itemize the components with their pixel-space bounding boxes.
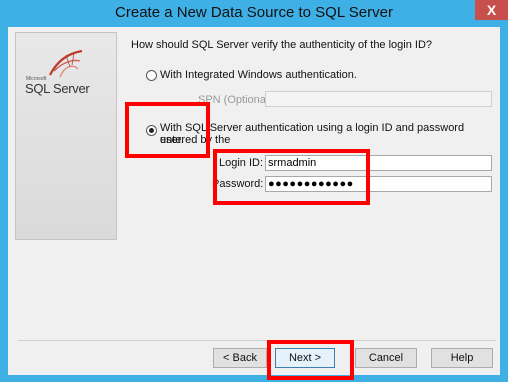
windows-auth-radio[interactable] — [146, 70, 157, 81]
highlight-next-button — [267, 340, 354, 380]
spn-input[interactable] — [265, 91, 492, 107]
sql-auth-label-line1[interactable]: With SQL Server authentication using a l… — [160, 122, 500, 146]
footer-separator — [18, 340, 496, 341]
window-title: Create a New Data Source to SQL Server — [115, 4, 393, 21]
sql-server-logo-icon — [49, 49, 83, 78]
close-icon: X — [486, 2, 497, 18]
highlight-credentials — [213, 149, 370, 205]
windows-auth-label[interactable]: With Integrated Windows authentication. — [160, 69, 357, 81]
auth-question: How should SQL Server verify the authent… — [131, 39, 433, 51]
help-button[interactable]: Help — [431, 348, 493, 368]
logo-product-text: SQL Server — [25, 81, 90, 96]
close-button[interactable]: X — [475, 0, 508, 20]
highlight-sql-auth-option — [125, 102, 210, 158]
cancel-button[interactable]: Cancel — [355, 348, 417, 368]
sql-server-logo-panel: Microsoft SQL Server — [15, 32, 117, 240]
back-button[interactable]: < Back — [213, 348, 267, 368]
title-bar[interactable]: Create a New Data Source to SQL Server X — [0, 0, 508, 26]
